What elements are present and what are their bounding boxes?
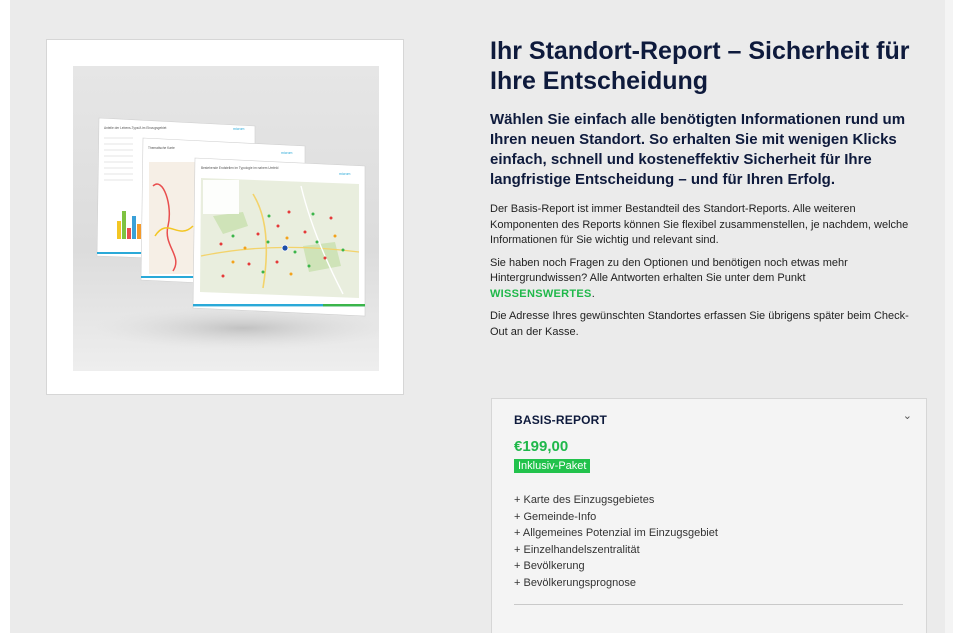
feature-item: + Einzelhandelszentralität	[514, 543, 640, 556]
basis-report-info: Der Basis-Report ist immer Bestandteil d…	[490, 203, 909, 246]
page-left-margin	[0, 0, 10, 633]
feature-list: + Karte des Einzugsgebietes + Gemeinde-I…	[514, 492, 718, 592]
chevron-down-icon[interactable]: ⌄	[903, 409, 912, 422]
report-price: €199,00	[514, 438, 569, 455]
product-description: Ihr Standort-Report – Sicherheit für Ihr…	[490, 36, 920, 340]
basis-report-toggle[interactable]: BASIS-REPORT ⌄	[514, 409, 914, 429]
svg-text:microm: microm	[233, 127, 245, 131]
address-info: Die Adresse Ihres gewünschten Standortes…	[490, 310, 909, 338]
svg-text:microm: microm	[339, 172, 351, 176]
feature-item: + Gemeinde-Info	[514, 510, 597, 523]
feature-item: + Karte des Einzugsgebietes	[514, 494, 655, 506]
svg-text:Thematische Karte: Thematische Karte	[148, 146, 175, 150]
feature-item: + Allgemeines Potenzial im Einzugsgebiet	[514, 527, 718, 540]
divider	[514, 604, 903, 605]
lead-text: Wählen Sie einfach alle benötigten Infor…	[490, 111, 906, 188]
report-mockup-image: Anteile der Lebens-Typs/A im Einzugsgebi…	[73, 66, 379, 371]
page-title: Ihr Standort-Report – Sicherheit für Ihr…	[490, 37, 910, 95]
feature-item: + Bevölkerungsprognose	[514, 576, 636, 589]
wissenswertes-link[interactable]: WISSENSWERTES	[490, 288, 592, 300]
svg-text:Bestehende Endstellen im Typol: Bestehende Endstellen im Typologie im na…	[201, 166, 279, 170]
feature-item: + Bevölkerung	[514, 560, 585, 573]
questions-info: Sie haben noch Fragen zu den Optionen un…	[490, 256, 920, 303]
svg-text:Anteile der Lebens-Typs/A im E: Anteile der Lebens-Typs/A im Einzugsgebi…	[104, 126, 166, 130]
questions-text: Sie haben noch Fragen zu den Optionen un…	[490, 256, 848, 285]
product-image-card[interactable]: Anteile der Lebens-Typs/A im Einzugsgebi…	[46, 39, 404, 395]
svg-text:microm: microm	[281, 151, 293, 155]
inklusiv-badge: Inklusiv-Paket	[514, 459, 591, 473]
report-title: BASIS-REPORT	[514, 413, 608, 427]
basis-report-option: BASIS-REPORT ⌄ €199,00 Inklusiv-Paket + …	[491, 398, 927, 633]
report-sheet-front: Bestehende Endstellen im Typologie im na…	[192, 157, 366, 317]
questions-end: .	[591, 287, 595, 300]
